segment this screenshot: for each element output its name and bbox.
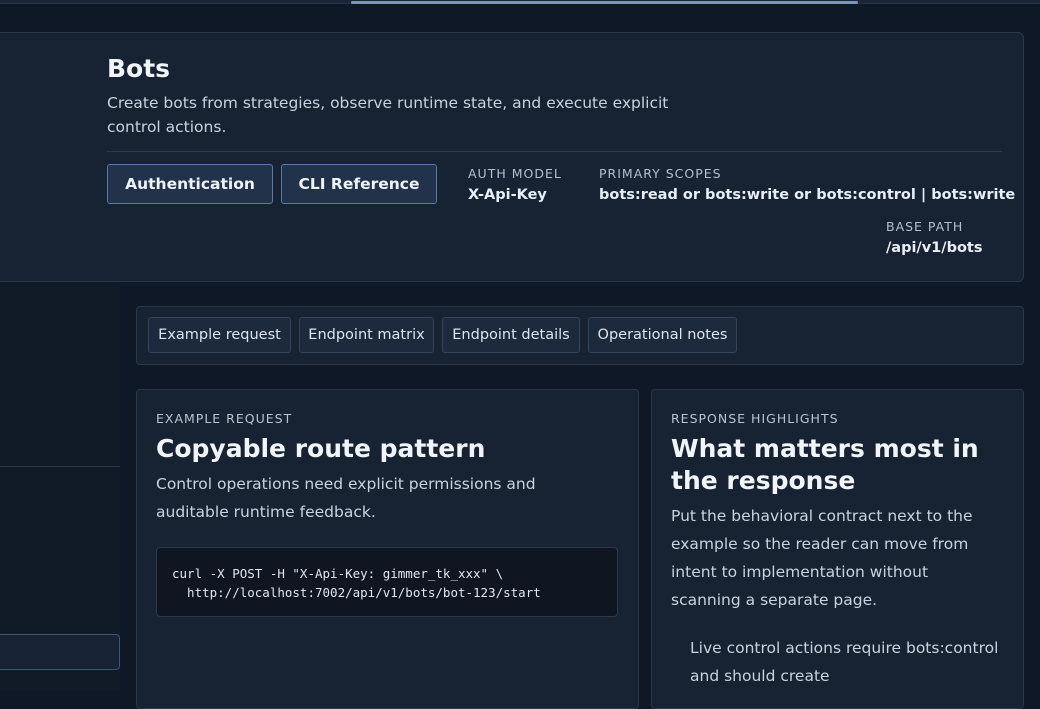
example-request-description: Control operations need explicit permiss… [156, 475, 536, 521]
page-description: Create bots from strategies, observe run… [107, 94, 669, 136]
base-path-label: BASE PATH [886, 219, 964, 234]
response-highlights-title: What matters most in the response [671, 434, 979, 495]
code-snippet[interactable]: curl -X POST -H "X-Api-Key: gimmer_tk_xx… [156, 547, 618, 617]
code-line: curl -X POST -H "X-Api-Key: gimmer_tk_xx… [172, 566, 504, 581]
cli-reference-button[interactable]: CLI Reference [281, 164, 437, 204]
tab-endpoint-details[interactable]: Endpoint details [442, 317, 580, 353]
auth-model-label: AUTH MODEL [468, 166, 562, 181]
response-highlights-eyebrow: RESPONSE HIGHLIGHTS [671, 411, 839, 426]
primary-scopes-value: bots:read or bots:write or bots:control … [599, 187, 1016, 203]
top-tab-bar [0, 0, 1040, 4]
code-line: http://localhost:7002/api/v1/bots/bot-12… [172, 585, 541, 600]
tab-endpoint-matrix[interactable]: Endpoint matrix [299, 317, 434, 353]
example-request-eyebrow: EXAMPLE REQUEST [156, 411, 293, 426]
highlight-list-item: Live control actions require bots:contro… [690, 639, 999, 685]
authentication-button[interactable]: Authentication [107, 164, 273, 204]
tab-example-request[interactable]: Example request [148, 317, 291, 353]
example-request-title: Copyable route pattern [156, 434, 486, 463]
response-highlights-description: Put the behavioral contract next to the … [671, 507, 973, 609]
sidebar-search-input[interactable] [0, 634, 120, 670]
active-tab-indicator [351, 1, 858, 4]
tab-operational-notes[interactable]: Operational notes [588, 317, 737, 353]
header-divider [107, 151, 1002, 152]
base-path-value: /api/v1/bots [886, 240, 983, 256]
primary-scopes-label: PRIMARY SCOPES [599, 166, 722, 181]
page-title: Bots [107, 54, 171, 83]
sidebar-divider [0, 466, 120, 467]
auth-model-value: X-Api-Key [468, 187, 547, 203]
sidebar [0, 282, 120, 690]
